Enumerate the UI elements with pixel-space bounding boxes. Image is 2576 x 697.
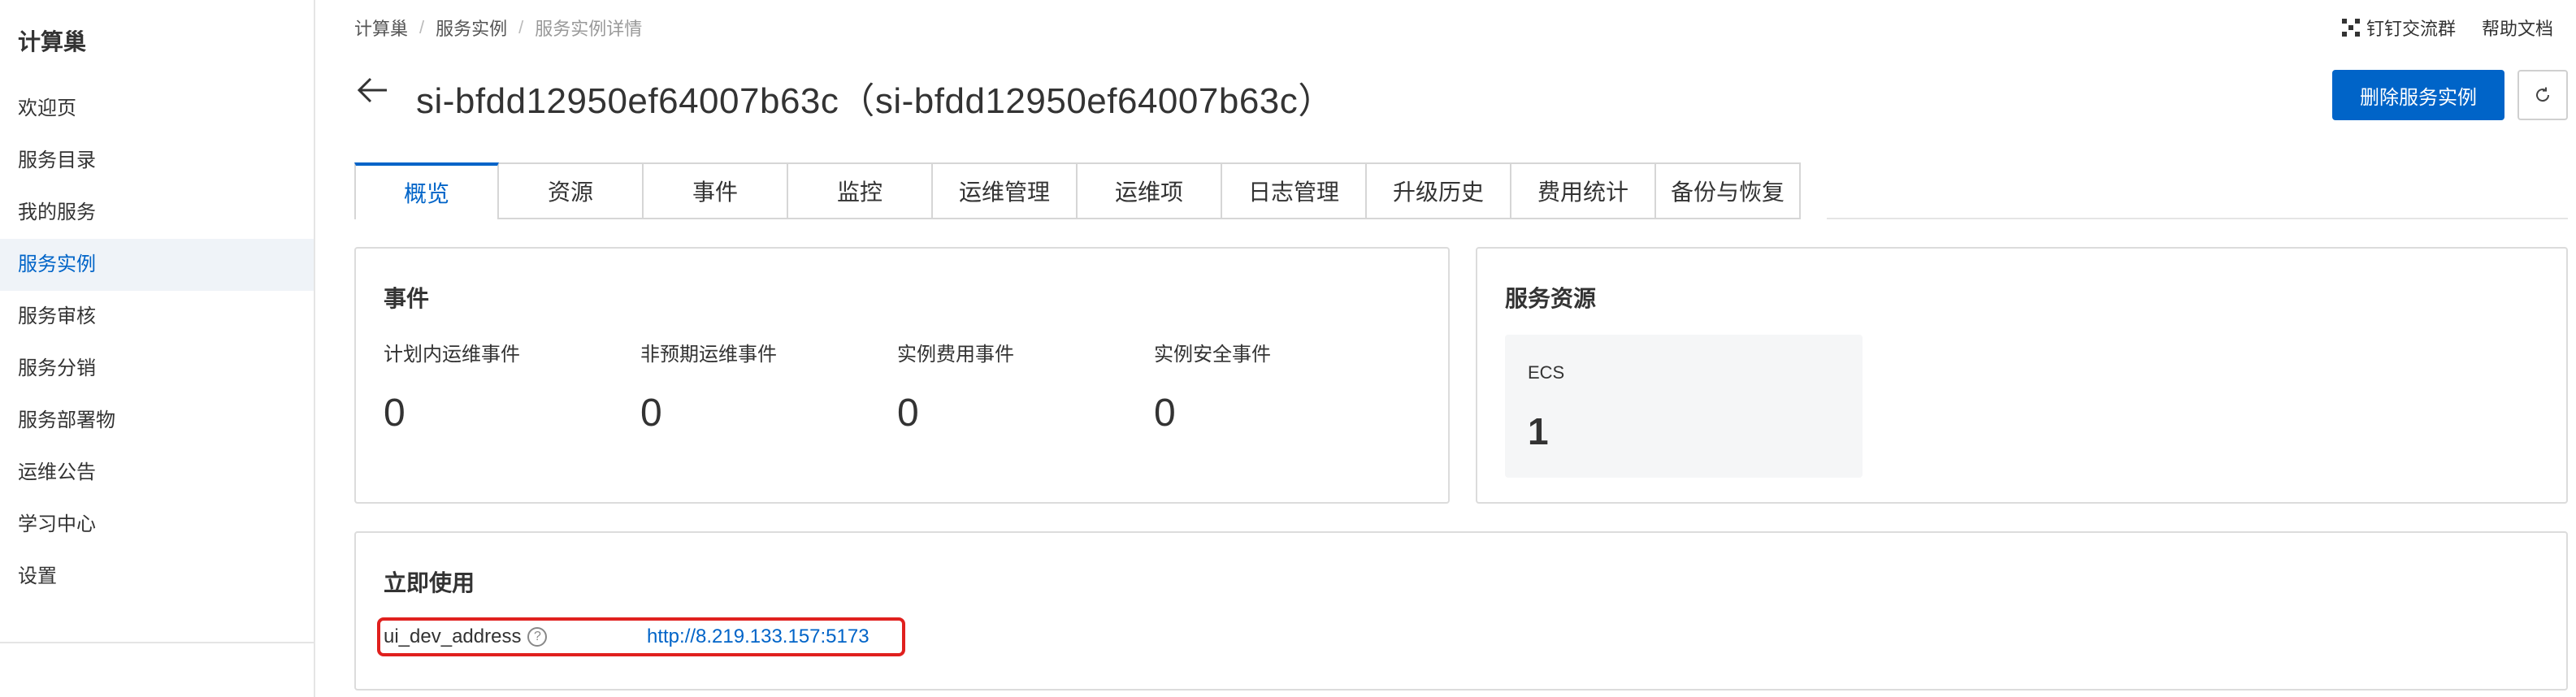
metric-value: 0 (897, 392, 919, 435)
resource-count: 1 (1528, 410, 1549, 452)
tab-events[interactable]: 事件 (644, 162, 788, 219)
page-title: si-bfdd12950ef64007b63c（si-bfdd12950ef64… (416, 81, 1334, 121)
use-now-card: 立即使用 ui_dev_address ? http://8.219.133.1… (354, 531, 2568, 691)
sidebar-title: 计算巢 (18, 29, 87, 54)
metric-label: 实例费用事件 (897, 344, 1014, 366)
sidebar-item-welcome[interactable]: 欢迎页 (0, 83, 314, 135)
tab-overview[interactable]: 概览 (354, 162, 499, 219)
breadcrumb-item-compute-nest[interactable]: 计算巢 (354, 15, 408, 41)
service-resources-title: 服务资源 (1505, 286, 1597, 311)
metric-unexpected-ops-events[interactable]: 非预期运维事件 0 (640, 338, 777, 435)
arrow-left-icon[interactable] (356, 73, 390, 107)
use-now-title: 立即使用 (384, 570, 475, 595)
tab-log-management[interactable]: 日志管理 (1222, 162, 1367, 219)
metric-label: 计划内运维事件 (384, 344, 520, 366)
tab-resources[interactable]: 资源 (499, 162, 644, 219)
metric-label: 非预期运维事件 (640, 344, 777, 366)
metric-instance-cost-events[interactable]: 实例费用事件 0 (897, 338, 1014, 435)
metric-instance-security-events[interactable]: 实例安全事件 0 (1154, 338, 1271, 435)
service-resources-card: 服务资源 ECS 1 (1476, 247, 2568, 504)
breadcrumb-separator: / (419, 17, 425, 37)
tab-upgrade-history[interactable]: 升级历史 (1367, 162, 1511, 219)
help-docs-link[interactable]: 帮助文档 (2482, 15, 2553, 41)
resource-label: ECS (1528, 362, 1565, 383)
sidebar-item-settings[interactable]: 设置 (0, 551, 314, 603)
sidebar-item-service-distribution[interactable]: 服务分销 (0, 343, 314, 395)
breadcrumb-item-service-instances[interactable]: 服务实例 (436, 15, 507, 41)
metric-value: 0 (640, 392, 662, 435)
metric-planned-ops-events[interactable]: 计划内运维事件 0 (384, 338, 520, 435)
tab-backup-restore[interactable]: 备份与恢复 (1656, 162, 1801, 219)
tab-cost-statistics[interactable]: 费用统计 (1511, 162, 1656, 219)
tab-ops-items[interactable]: 运维项 (1078, 162, 1222, 219)
tab-monitoring[interactable]: 监控 (788, 162, 933, 219)
sidebar-item-service-catalog[interactable]: 服务目录 (0, 135, 314, 187)
sidebar-item-deployment-artifacts[interactable]: 服务部署物 (0, 395, 314, 447)
breadcrumb: 计算巢 / 服务实例 / 服务实例详情 (354, 15, 642, 41)
dingtalk-group-label: 钉钉交流群 (2366, 19, 2456, 39)
qr-code-icon (2341, 19, 2360, 37)
sidebar-item-ops-announcements[interactable]: 运维公告 (0, 447, 314, 499)
resource-tile-ecs[interactable]: ECS 1 (1505, 335, 1863, 478)
question-circle-icon[interactable]: ? (527, 627, 548, 647)
metric-value: 0 (1154, 392, 1176, 435)
tab-bar: 概览 资源 事件 监控 运维管理 运维项 日志管理 升级历史 费用统计 备份与恢… (354, 162, 1801, 219)
sidebar-divider (0, 642, 314, 643)
sidebar-item-service-instances[interactable]: 服务实例 (0, 239, 314, 291)
refresh-icon (2536, 87, 2550, 102)
events-card-title: 事件 (384, 286, 430, 311)
refresh-button[interactable] (2517, 70, 2568, 120)
sidebar-item-learning-center[interactable]: 学习中心 (0, 499, 314, 551)
top-right-links: 钉钉交流群 帮助文档 (2341, 15, 2553, 41)
breadcrumb-item-current: 服务实例详情 (535, 19, 643, 39)
ui-dev-address-key: ui_dev_address ? (384, 626, 548, 648)
sidebar-item-service-review[interactable]: 服务审核 (0, 291, 314, 343)
ui-dev-address-link[interactable]: http://8.219.133.157:5173 (647, 626, 870, 648)
events-card: 事件 计划内运维事件 0 非预期运维事件 0 实例费用事件 0 实例安全事件 0 (354, 247, 1450, 504)
breadcrumb-separator: / (518, 17, 524, 37)
tab-bar-underline (1827, 218, 2568, 219)
dingtalk-group-link[interactable]: 钉钉交流群 (2341, 15, 2456, 41)
sidebar: 计算巢 欢迎页 服务目录 我的服务 服务实例 服务审核 服务分销 服务部署物 运… (0, 0, 315, 697)
delete-instance-button[interactable]: 删除服务实例 (2332, 70, 2504, 120)
ui-dev-address-label: ui_dev_address (384, 626, 522, 647)
sidebar-menu: 欢迎页 服务目录 我的服务 服务实例 服务审核 服务分销 服务部署物 运维公告 … (0, 83, 314, 603)
metric-label: 实例安全事件 (1154, 344, 1271, 366)
tab-ops-management[interactable]: 运维管理 (933, 162, 1078, 219)
metric-value: 0 (384, 392, 405, 435)
sidebar-item-my-services[interactable]: 我的服务 (0, 187, 314, 239)
